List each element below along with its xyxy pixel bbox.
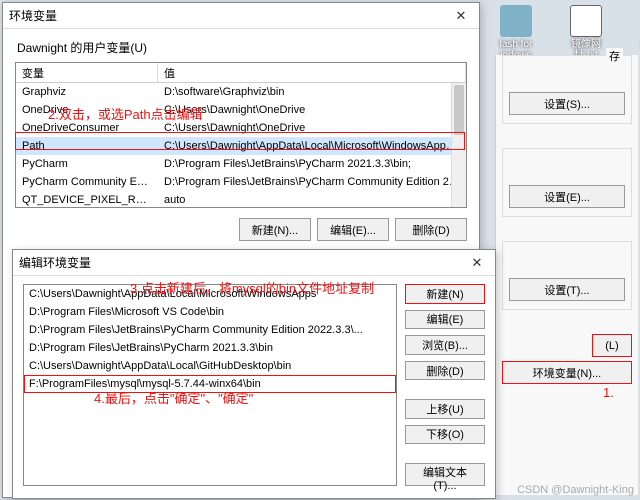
table-row[interactable]: PyCharm Community EditionD:\Program File… xyxy=(16,173,466,191)
move-down-button[interactable]: 下移(O) xyxy=(405,425,485,445)
l-button[interactable]: (L) xyxy=(592,334,632,357)
window-title: 编辑环境变量 xyxy=(19,254,465,271)
scrollbar[interactable] xyxy=(451,83,466,207)
settings-e-button[interactable]: 设置(E)... xyxy=(509,185,625,208)
list-item[interactable]: D:\Program Files\JetBrains\PyCharm 2021.… xyxy=(24,339,396,357)
move-up-button[interactable]: 上移(U) xyxy=(405,399,485,419)
new-button[interactable]: 新建(N) xyxy=(405,284,485,304)
table-row[interactable]: GraphvizD:\software\Graphviz\bin xyxy=(16,83,466,101)
path-list[interactable]: C:\Users\Dawnight\AppData\Local\Microsof… xyxy=(23,284,397,486)
window-title: 环境变量 xyxy=(9,7,449,24)
new-button[interactable]: 新建(N)... xyxy=(239,218,311,241)
edit-text-button[interactable]: 编辑文本(T)... xyxy=(405,463,485,486)
edit-button[interactable]: 编辑(E) xyxy=(405,310,485,330)
desktop-icon[interactable]: 镜像网址.txt xyxy=(565,5,607,61)
table-row[interactable]: PyCharmD:\Program Files\JetBrains\PyChar… xyxy=(16,155,466,173)
group-legend: 存 xyxy=(606,48,623,64)
desktop-icon[interactable]: lash for indows xyxy=(495,5,537,61)
table-row[interactable]: OneDriveC:\Users\Dawnight\OneDrive xyxy=(16,101,466,119)
list-item-mysql[interactable]: F:\ProgramFiles\mysql\mysql-5.7.44-winx6… xyxy=(24,375,396,393)
delete-button[interactable]: 删除(D) xyxy=(405,361,485,381)
close-icon[interactable]: ✕ xyxy=(449,6,473,26)
list-item[interactable]: D:\Program Files\Microsoft VS Code\bin xyxy=(24,303,396,321)
env-vars-button[interactable]: 环境变量(N)... xyxy=(502,361,632,384)
titlebar[interactable]: 环境变量 ✕ xyxy=(3,3,479,29)
watermark: CSDN @Dawnight-King xyxy=(517,484,634,496)
table-row-path[interactable]: PathC:\Users\Dawnight\AppData\Local\Micr… xyxy=(16,137,466,155)
system-properties-panel: 存 设置(S)... 设置(E)... 设置(T)... (L) 环境变量(N)… xyxy=(495,55,638,495)
close-icon[interactable]: ✕ xyxy=(465,253,489,273)
list-item[interactable]: C:\Users\Dawnight\AppData\Local\GitHubDe… xyxy=(24,357,396,375)
list-item[interactable]: C:\Users\Dawnight\AppData\Local\Microsof… xyxy=(24,285,396,303)
col-value: 值 xyxy=(158,63,466,83)
col-variable: 变量 xyxy=(16,63,158,83)
settings-t-button[interactable]: 设置(T)... xyxy=(509,278,625,301)
delete-button[interactable]: 删除(D) xyxy=(395,218,467,241)
user-vars-label: Dawnight 的用户变量(U) xyxy=(3,29,479,62)
list-header: 变量 值 xyxy=(16,63,466,83)
table-row[interactable]: OneDriveConsumerC:\Users\Dawnight\OneDri… xyxy=(16,119,466,137)
desktop-icon[interactable]: 知云文 xyxy=(635,5,640,61)
list-item[interactable]: D:\Program Files\JetBrains\PyCharm Commu… xyxy=(24,321,396,339)
edit-env-var-window: 编辑环境变量 ✕ C:\Users\Dawnight\AppData\Local… xyxy=(12,249,496,499)
table-row[interactable]: QT_DEVICE_PIXEL_RATIOauto xyxy=(16,191,466,207)
settings-s-button[interactable]: 设置(S)... xyxy=(509,92,625,115)
browse-button[interactable]: 浏览(B)... xyxy=(405,335,485,355)
titlebar[interactable]: 编辑环境变量 ✕ xyxy=(13,250,495,276)
edit-button[interactable]: 编辑(E)... xyxy=(317,218,389,241)
user-vars-list[interactable]: 变量 值 GraphvizD:\software\Graphviz\bin On… xyxy=(15,62,467,208)
